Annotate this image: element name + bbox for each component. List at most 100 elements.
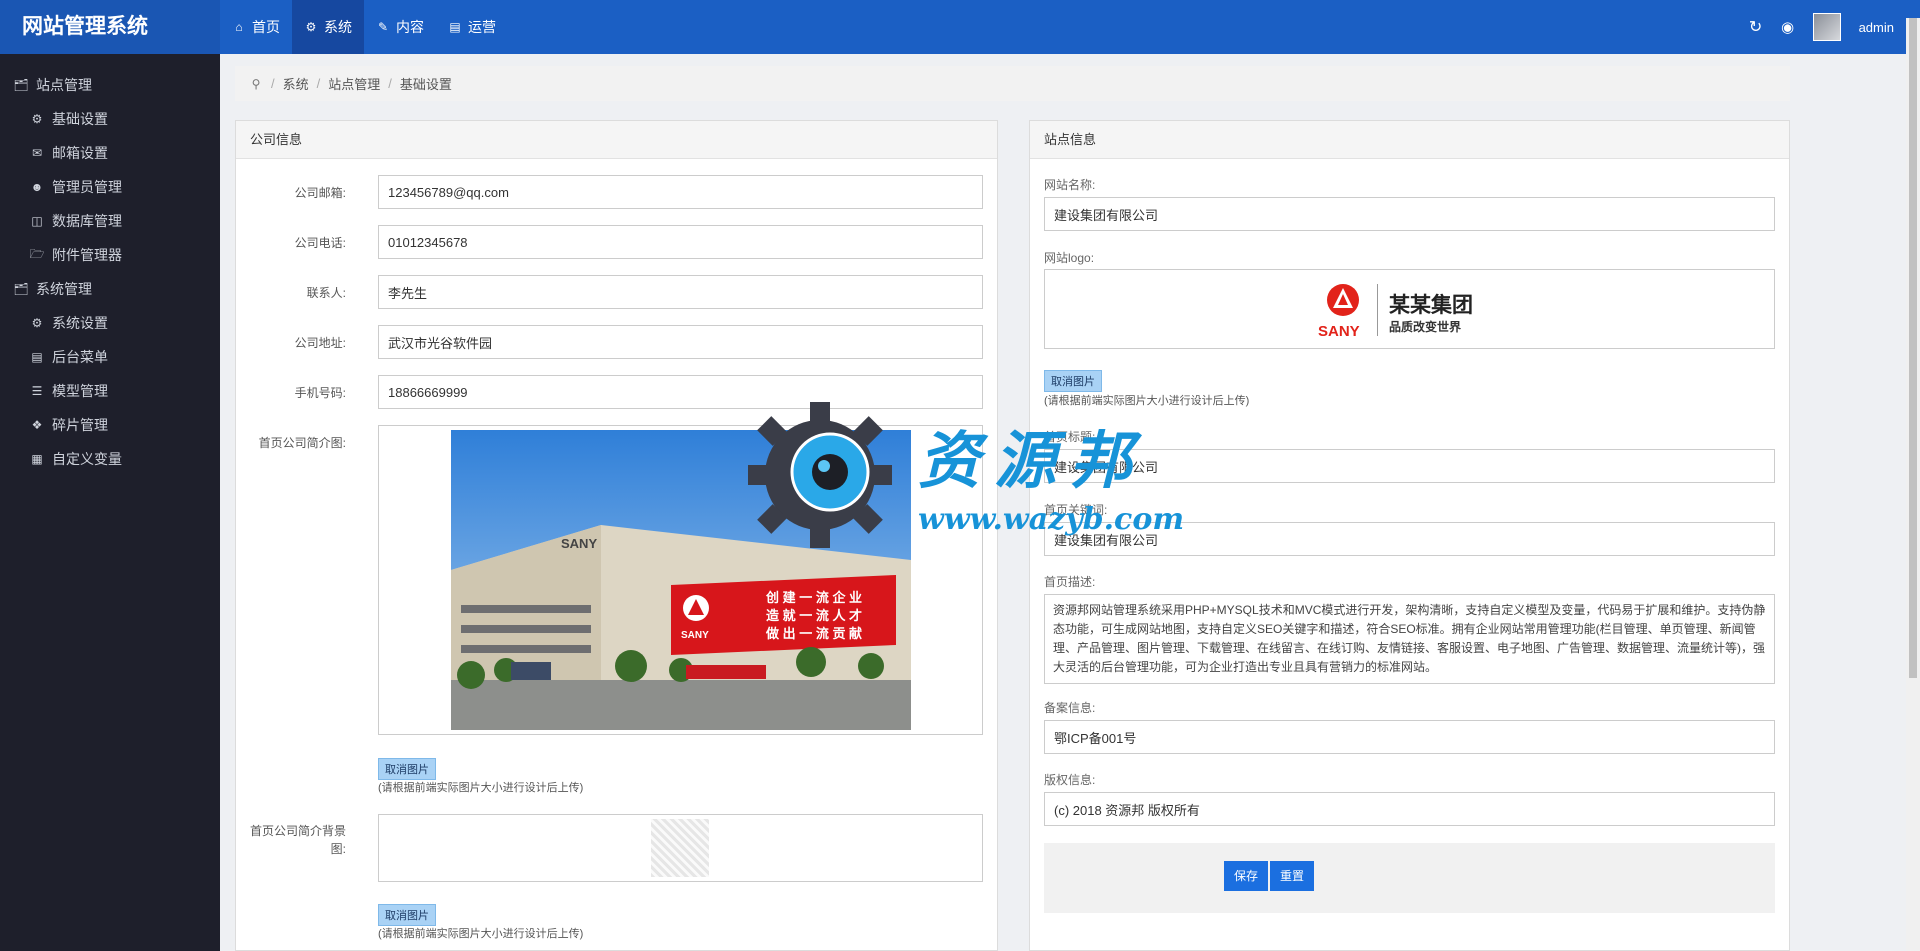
- field-label: 首页公司简介图:: [258, 436, 346, 450]
- breadcrumb-item[interactable]: 站点管理: [328, 74, 380, 93]
- folder-icon: 🗁: [29, 246, 45, 261]
- intro-image-box[interactable]: SANY SANY 创 建 一 流 企 业 造 就 一 流 人 才 做 出 一 …: [378, 425, 983, 735]
- user-icon: ☻: [30, 180, 44, 194]
- company-address-field[interactable]: 武汉市光谷软件园: [378, 325, 983, 359]
- save-button[interactable]: 保存: [1224, 861, 1269, 891]
- sidebar-group-system[interactable]: 🗂 系统管理: [0, 272, 220, 306]
- globe-icon[interactable]: ◉: [1781, 18, 1795, 36]
- field-label: 首页公司简介背景图:: [249, 824, 346, 856]
- nav-system-label: 系统: [324, 19, 352, 35]
- sidebar-item-backend-menu[interactable]: ▤ 后台菜单: [0, 340, 220, 374]
- intro-background-box[interactable]: [378, 814, 983, 882]
- folder-open-icon: 🗂: [13, 78, 29, 92]
- database-icon: ◫: [31, 214, 43, 228]
- sidebar-item-label: 数据库管理: [52, 213, 122, 229]
- page-scrollbar[interactable]: [1906, 18, 1920, 951]
- username[interactable]: admin: [1859, 20, 1894, 35]
- nav-operations-label: 运营: [468, 19, 496, 35]
- sidebar-group-label: 站点管理: [36, 77, 92, 93]
- sidebar-item-admin-management[interactable]: ☻ 管理员管理: [0, 170, 220, 204]
- form-actions: 保存 重置: [1044, 843, 1775, 913]
- sidebar-group-site[interactable]: 🗂 站点管理: [0, 68, 220, 102]
- top-navbar: 网站管理系统 ⌂ 首页 ⚙ 系统 ✎ 内容 ▤ 运营 ↻ ◉ admin: [0, 0, 1920, 54]
- sidebar-item-attachments[interactable]: 🗁 附件管理器: [0, 238, 220, 272]
- avatar[interactable]: [1812, 13, 1841, 41]
- breadcrumb-separator: /: [316, 76, 321, 91]
- home-title-field[interactable]: 建设集团有限公司: [1044, 449, 1775, 483]
- banner-slogan-line: 造 就 一 流 人 才: [766, 608, 862, 623]
- sidebar-item-database[interactable]: ◫ 数据库管理: [0, 204, 220, 238]
- sidebar-item-label: 邮箱设置: [52, 145, 108, 161]
- logo-company-name: 某某集团: [1389, 293, 1473, 317]
- sidebar-item-basic-settings[interactable]: ⚙ 基础设置: [0, 102, 220, 136]
- bar-chart-icon: ▤: [449, 20, 461, 34]
- contact-person-field[interactable]: 李先生: [378, 275, 983, 309]
- company-phone-field[interactable]: 01012345678: [378, 225, 983, 259]
- cancel-image-button[interactable]: 取消图片: [378, 758, 436, 780]
- sidebar-item-label: 自定义变量: [52, 451, 122, 467]
- nav-home[interactable]: ⌂ 首页: [220, 0, 292, 54]
- gear-icon: ⚙: [31, 112, 43, 126]
- refresh-icon[interactable]: ↻: [1749, 17, 1763, 37]
- field-label: 公司电话:: [294, 236, 346, 250]
- sidebar-item-fragments[interactable]: ❖ 碎片管理: [0, 408, 220, 442]
- field-label: 公司地址:: [294, 336, 346, 350]
- breadcrumb-separator: /: [388, 76, 392, 91]
- sidebar-item-label: 基础设置: [52, 111, 108, 127]
- field-label: 联系人:: [306, 286, 346, 300]
- site-logo-image: SANY 某某集团 品质改变世界: [1318, 284, 1473, 340]
- breadcrumb: ⚲ / 系统 / 站点管理 / 基础设置: [235, 66, 1790, 101]
- company-email-field[interactable]: 123456789@qq.com: [378, 175, 983, 209]
- field-label: 备案信息:: [1044, 701, 1096, 715]
- icp-field[interactable]: 鄂ICP备001号: [1044, 720, 1775, 754]
- sidebar-item-system-settings[interactable]: ⚙ 系统设置: [0, 306, 220, 340]
- field-label: 版权信息:: [1044, 773, 1096, 787]
- company-intro-photo: SANY SANY 创 建 一 流 企 业 造 就 一 流 人 才 做 出 一 …: [451, 430, 911, 730]
- logo-slogan: 品质改变世界: [1389, 319, 1461, 334]
- home-keywords-field[interactable]: 建设集团有限公司: [1044, 522, 1775, 556]
- sidebar-item-label: 后台菜单: [52, 349, 108, 365]
- sidebar-group-label: 系统管理: [36, 281, 92, 297]
- app-title[interactable]: 网站管理系统: [0, 0, 220, 54]
- site-logo-box[interactable]: SANY 某某集团 品质改变世界: [1044, 269, 1775, 349]
- field-label: 网站logo:: [1044, 251, 1095, 265]
- reset-button[interactable]: 重置: [1270, 861, 1315, 891]
- gears-icon: ⚙: [31, 316, 43, 330]
- breadcrumb-item-current: 基础设置: [399, 77, 452, 92]
- nav-system[interactable]: ⚙ 系统: [292, 0, 364, 54]
- sidebar-item-models[interactable]: ☰ 模型管理: [0, 374, 220, 408]
- list-alt-icon: ▤: [31, 350, 43, 364]
- sidebar-item-label: 管理员管理: [52, 179, 122, 195]
- nav-operations[interactable]: ▤ 运营: [436, 0, 508, 54]
- nav-content-label: 内容: [396, 19, 424, 35]
- field-label: 手机号码:: [294, 386, 346, 400]
- banner-brand: SANY: [681, 630, 709, 641]
- folder-open-icon: 🗂: [13, 282, 29, 296]
- logo-brand: SANY: [1318, 323, 1360, 340]
- top-nav: ⌂ 首页 ⚙ 系统 ✎ 内容 ▤ 运营: [220, 0, 508, 54]
- field-label: 首页关键词:: [1044, 503, 1108, 517]
- sidebar-item-custom-variables[interactable]: ▦ 自定义变量: [0, 442, 220, 476]
- breadcrumb-item[interactable]: 系统: [283, 74, 309, 93]
- nav-content[interactable]: ✎ 内容: [364, 0, 436, 54]
- envelope-icon: ✉: [31, 146, 43, 160]
- home-description-textarea[interactable]: 资源邦网站管理系统采用PHP+MYSQL技术和MVC模式进行开发，架构清晰，支持…: [1044, 594, 1775, 684]
- sidebar-item-mail-settings[interactable]: ✉ 邮箱设置: [0, 136, 220, 170]
- list-icon: ☰: [31, 384, 43, 398]
- company-info-panel: 公司信息 公司邮箱: 123456789@qq.com 公司电话: 010123…: [235, 120, 998, 951]
- gears-icon: ⚙: [305, 20, 317, 34]
- panel-title: 站点信息: [1030, 121, 1789, 159]
- site-name-field[interactable]: 建设集团有限公司: [1044, 197, 1775, 231]
- top-right-tools: ↻ ◉ admin: [1749, 0, 1894, 54]
- cancel-image-button[interactable]: 取消图片: [378, 904, 436, 926]
- upload-hint: (请根据前端实际图片大小进行设计后上传): [378, 782, 584, 794]
- scrollbar-thumb[interactable]: [1909, 18, 1917, 678]
- field-label: 网站名称:: [1044, 178, 1096, 192]
- copyright-field[interactable]: (c) 2018 资源邦 版权所有: [1044, 792, 1775, 826]
- field-label: 首页描述:: [1044, 575, 1096, 589]
- cancel-logo-button[interactable]: 取消图片: [1044, 370, 1102, 392]
- sidebar-item-label: 系统设置: [52, 315, 108, 331]
- sidebar-item-label: 碎片管理: [52, 417, 108, 433]
- banner-slogan-line: 做 出 一 流 贡 献: [765, 626, 862, 641]
- mobile-field[interactable]: 18866669999: [378, 375, 983, 409]
